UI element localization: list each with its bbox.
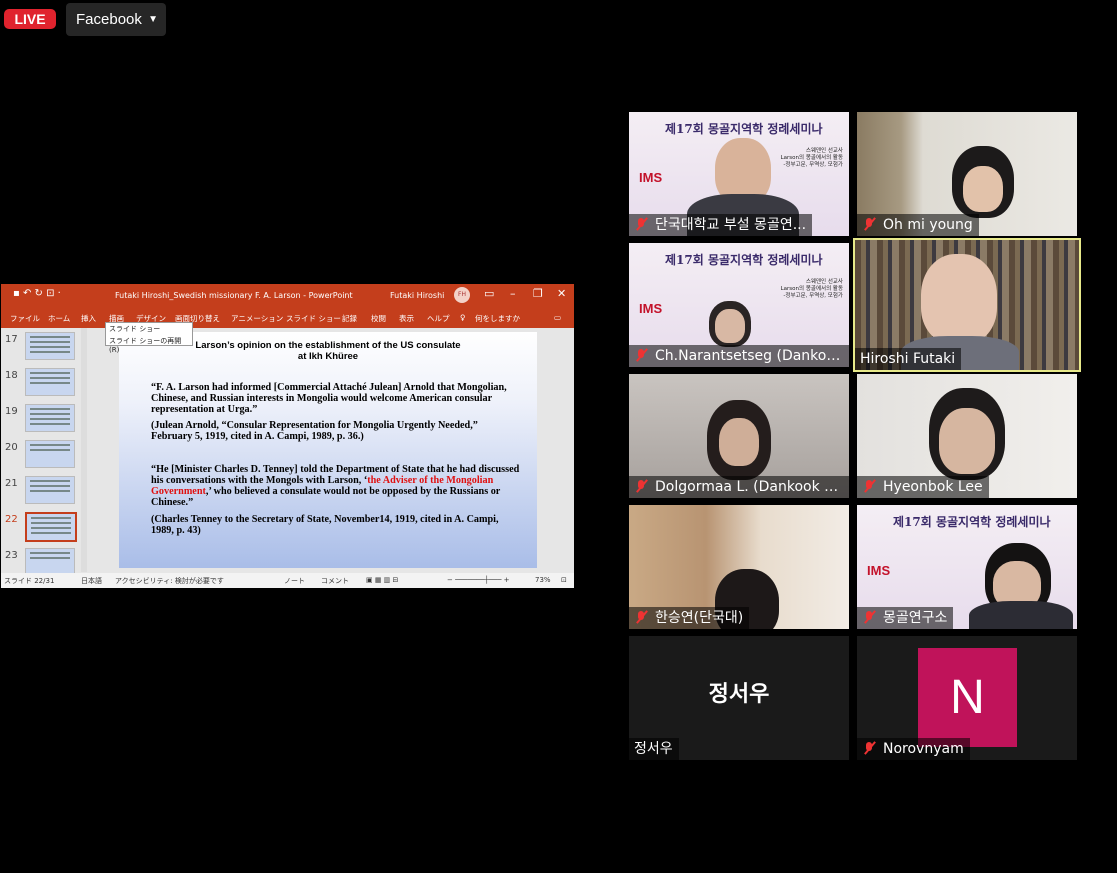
participant-tile[interactable]: 한승연(단국대)	[629, 505, 849, 629]
slide-thumbnail[interactable]: 17	[5, 332, 87, 362]
poster-title: 제17회 몽골지역학 정례세미나	[665, 122, 823, 136]
tab-view[interactable]: 表示	[399, 313, 414, 324]
mic-muted-icon	[862, 741, 876, 755]
ims-logo: IMS	[867, 563, 891, 578]
view-buttons[interactable]: ▣ ▦ ▥ ⊟	[366, 576, 398, 584]
mic-muted-icon	[634, 217, 648, 231]
comment-icon[interactable]: ▭	[554, 313, 561, 322]
participant-video	[969, 601, 1073, 629]
quote-1: “F. A. Larson had informed [Commercial A…	[151, 382, 507, 415]
participant-name: Ch.Narantsetseg (Dankoo...	[629, 345, 849, 367]
quote-2: “He [Minister Charles D. Tenney] told th…	[151, 464, 521, 508]
participant-name: Dolgormaa L. (Dankook U...	[629, 476, 849, 498]
participant-name: Hiroshi Futaki	[855, 348, 962, 370]
mic-muted-icon	[634, 479, 648, 493]
tab-slideshow[interactable]: スライド ショー	[286, 313, 341, 324]
dropdown-item[interactable]: スライド ショー	[106, 323, 192, 335]
quick-access-icons[interactable]: ▪ ↶ ↻ ⊡ ·	[13, 288, 61, 299]
participant-tile[interactable]: Hyeonbok Lee	[857, 374, 1077, 498]
tab-review[interactable]: 校閲	[371, 313, 386, 324]
participant-name-placeholder: 정서우	[708, 682, 770, 707]
accessibility-status[interactable]: アクセシビリティ: 検討が必要です	[115, 576, 224, 586]
participant-name: 한승연(단국대)	[629, 607, 750, 629]
mic-muted-icon	[862, 217, 876, 231]
poster-title: 제17회 몽골지역학 정례세미나	[665, 253, 823, 267]
mic-muted-icon	[862, 479, 876, 493]
ims-logo: IMS	[639, 170, 663, 185]
slide-thumbnail[interactable]: 20	[5, 440, 87, 470]
chevron-down-icon: ▼	[148, 14, 158, 25]
screen-share-powerpoint: ▪ ↶ ↻ ⊡ · Futaki Hiroshi_Swedish mission…	[1, 284, 574, 588]
poster-subtitle: 스웨덴인 선교사 Larson의 몽골에서의 활동 -정부고문, 무역상, 모험가	[780, 148, 843, 168]
zoom-slider[interactable]: − ───────┼─── +	[447, 576, 510, 584]
comments-button[interactable]: コメント	[321, 576, 349, 586]
ribbon-display-icon[interactable]: ▭	[484, 287, 494, 300]
mic-muted-icon	[862, 610, 876, 624]
ppt-window-title: Futaki Hiroshi_Swedish missionary F. A. …	[115, 291, 353, 300]
restore-icon[interactable]: ❐	[533, 287, 543, 300]
participant-video	[939, 408, 995, 474]
fit-slide-icon[interactable]: ⊡	[561, 576, 567, 584]
slide-thumbnail[interactable]: 19	[5, 404, 87, 434]
platform-label: Facebook	[76, 11, 142, 28]
tab-record[interactable]: 記録	[342, 313, 357, 324]
citation-1: (Julean Arnold, “Consular Representation…	[151, 420, 478, 442]
platform-dropdown[interactable]: Facebook ▼	[66, 3, 166, 36]
tab-help[interactable]: ヘルプ	[427, 313, 450, 324]
slide-thumbnail[interactable]: 18	[5, 368, 87, 398]
ppt-title-bar: ▪ ↶ ↻ ⊡ · Futaki Hiroshi_Swedish mission…	[1, 284, 574, 306]
participant-tile[interactable]: 제17회 몽골지역학 정례세미나 IMS 스웨덴인 선교사 Larson의 몽골에…	[629, 243, 849, 367]
slideshow-dropdown[interactable]: スライド ショー スライド ショーの再開(R)	[105, 322, 193, 354]
slide-thumbnail[interactable]: 21	[5, 476, 87, 506]
participant-video	[715, 309, 745, 343]
dropdown-item[interactable]: スライド ショーの再開(R)	[106, 335, 192, 355]
participant-video	[921, 254, 997, 344]
participant-tile[interactable]: 정서우 정서우	[629, 636, 849, 760]
participant-tile[interactable]: Dolgormaa L. (Dankook U...	[629, 374, 849, 498]
participant-name: Norovnyam	[857, 738, 970, 760]
participant-tile[interactable]: 제17회 몽골지역학 정례세미나 IMS 스웨덴인 선교사 Larson의 몽골에…	[629, 112, 849, 236]
tab-home[interactable]: ホーム	[48, 313, 70, 324]
participant-name: Oh mi young	[857, 214, 979, 236]
lightbulb-icon: ♀	[460, 313, 466, 322]
participant-tile[interactable]: 제17회 몽골지역학 정례세미나 IMS 몽골연구소	[857, 505, 1077, 629]
participant-tile[interactable]: N Norovnyam	[857, 636, 1077, 760]
zoom-level[interactable]: 73%	[535, 576, 551, 584]
current-slide[interactable]: Larson’s opinion on the establishment of…	[119, 332, 537, 568]
tab-insert[interactable]: 挿入	[81, 313, 96, 324]
tell-me-search[interactable]: 何をしますか	[475, 313, 520, 324]
tab-file[interactable]: ファイル	[10, 313, 40, 324]
close-icon[interactable]: ✕	[557, 287, 566, 300]
ppt-ribbon-tabs: ファイル ホーム 挿入 描画 デザイン 画面切り替え アニメーション スライド …	[1, 306, 574, 328]
poster-title: 제17회 몽골지역학 정례세미나	[893, 515, 1051, 529]
live-badge: LIVE	[4, 9, 56, 29]
participant-video	[719, 418, 759, 466]
slide-thumbnail-pane: 17 18 19 20 21 22 23	[1, 328, 91, 576]
language-status[interactable]: 日本語	[81, 576, 102, 586]
poster-subtitle: 스웨덴인 선교사 Larson의 몽골에서의 활동 -정부고문, 무역상, 모험가	[780, 279, 843, 299]
participant-name: Hyeonbok Lee	[857, 476, 989, 498]
thumbnail-scrollbar[interactable]	[81, 328, 87, 572]
slide-counter: スライド 22/31	[4, 577, 55, 585]
participant-name: 단국대학교 부설 몽골연...	[629, 214, 813, 236]
ppt-status-bar: スライド 22/31 日本語 アクセシビリティ: 検討が必要です ノート コメン…	[1, 573, 574, 588]
participant-name: 정서우	[629, 738, 679, 760]
citation-2: (Charles Tenney to the Secretary of Stat…	[151, 514, 499, 536]
participant-tile-active-speaker[interactable]: Hiroshi Futaki	[853, 238, 1081, 372]
ppt-user-name: Futaki Hiroshi	[390, 291, 445, 300]
notes-button[interactable]: ノート	[284, 576, 305, 586]
ims-logo: IMS	[639, 301, 663, 316]
slide-thumbnail-selected[interactable]: 22	[5, 512, 87, 542]
mic-muted-icon	[634, 348, 648, 362]
mic-muted-icon	[634, 610, 648, 624]
participant-video	[963, 166, 1003, 212]
tab-animations[interactable]: アニメーション	[231, 313, 283, 324]
minimize-icon[interactable]: –	[510, 287, 516, 300]
avatar[interactable]: FH	[454, 287, 470, 303]
participant-tile[interactable]: Oh mi young	[857, 112, 1077, 236]
avatar: N	[918, 648, 1017, 747]
participant-name: 몽골연구소	[857, 607, 954, 629]
